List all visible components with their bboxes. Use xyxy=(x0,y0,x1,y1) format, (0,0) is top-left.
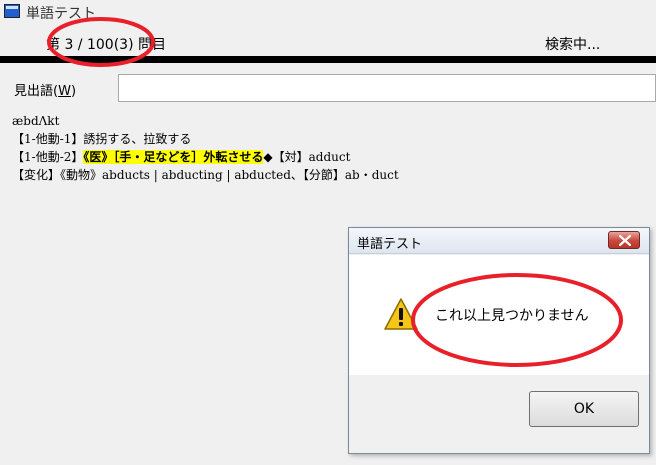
headword-label-accesskey: W xyxy=(58,84,71,99)
message-dialog: 単語テスト これ以上見つかりません OK xyxy=(348,227,650,454)
window-titlebar: 単語テスト xyxy=(0,0,656,24)
search-status: 検索中... xyxy=(545,37,601,53)
definition-line-2-prefix: 【1-他動-2】 xyxy=(12,150,84,164)
definition-line-3: 【変化】《動物》abducts | abducting | abducted、【… xyxy=(12,168,399,182)
question-counter: 第 3 / 100(3) 問目 xyxy=(46,37,166,53)
dialog-message: これ以上見つかりません xyxy=(435,308,589,324)
headword-label-suffix: ) xyxy=(70,84,77,99)
dialog-close-button[interactable] xyxy=(608,231,640,249)
close-icon xyxy=(619,235,631,246)
dialog-body: これ以上見つかりません xyxy=(349,255,649,375)
dialog-title: 単語テスト xyxy=(357,237,423,252)
ok-button[interactable]: OK xyxy=(529,391,639,427)
definition-text: æbdΛkt 【1-他動-1】誘拐する、拉致する 【1-他動-2】《医》［手・足… xyxy=(12,112,652,184)
headword-label: 見出語(W) xyxy=(14,80,76,99)
highlighted-term: 《医》［手・足などを］外転させる xyxy=(83,150,264,164)
warning-icon xyxy=(384,298,418,330)
pronunciation: æbdΛkt xyxy=(12,114,60,128)
headword-input[interactable] xyxy=(118,74,656,102)
definition-line-2-suffix: ◆【対】adduct xyxy=(263,150,351,164)
status-row: 第 3 / 100(3) 問目 検索中... xyxy=(0,30,656,56)
definition-line-2: 【1-他動-2】《医》［手・足などを］外転させる◆【対】adduct xyxy=(12,148,652,166)
headword-label-prefix: 見出語( xyxy=(14,84,59,99)
dialog-titlebar: 単語テスト xyxy=(349,228,649,254)
app-icon xyxy=(4,4,20,18)
window-title: 単語テスト xyxy=(26,6,96,22)
definition-line-1: 【1-他動-1】誘拐する、拉致する xyxy=(12,132,192,146)
divider xyxy=(0,56,656,63)
